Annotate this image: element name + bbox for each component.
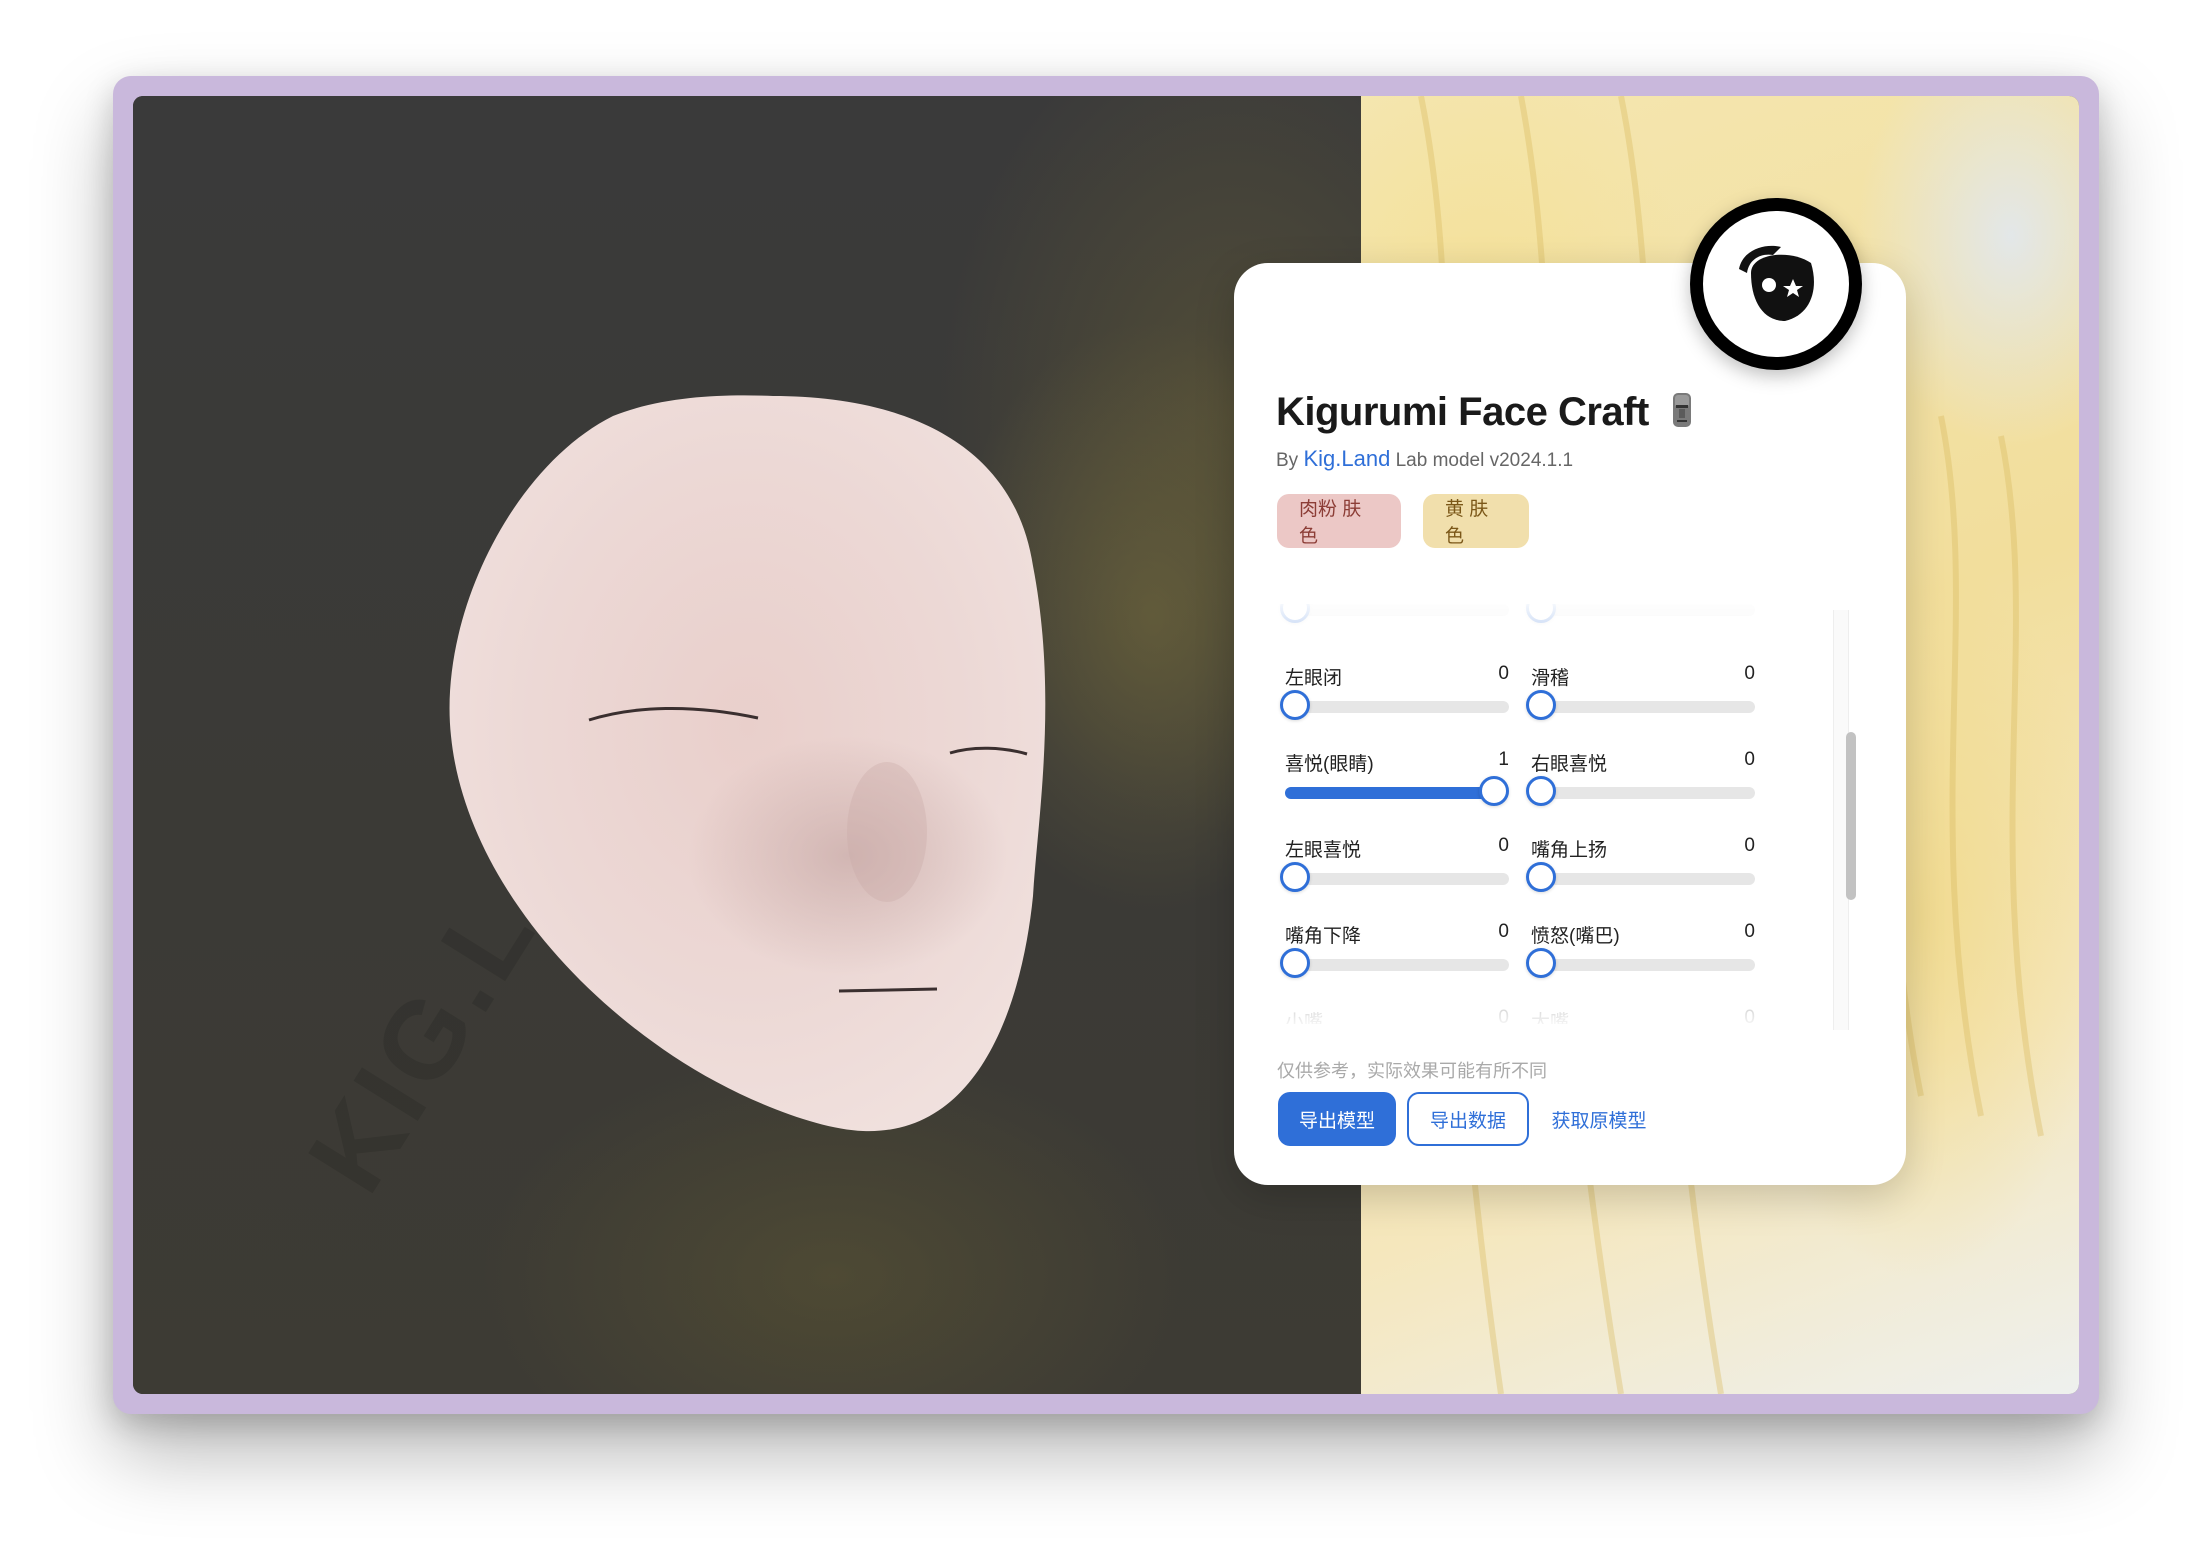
- export-model-button[interactable]: 导出模型: [1278, 1092, 1396, 1146]
- slider-funny[interactable]: 滑稽 0: [1526, 663, 1755, 733]
- slider-track[interactable]: [1280, 862, 1509, 892]
- scrollbar-thumb[interactable]: [1846, 732, 1856, 900]
- export-data-button[interactable]: 导出数据: [1407, 1092, 1529, 1146]
- slider-thumb[interactable]: [1479, 776, 1509, 806]
- subtitle-version: Lab model v2024.1.1: [1395, 450, 1574, 471]
- slider-label: 嘴角上扬: [1531, 840, 1608, 861]
- slider-value: 0: [1744, 835, 1755, 856]
- slider-thumb[interactable]: [1526, 862, 1556, 892]
- slider-value: 1: [1498, 749, 1509, 770]
- slider-partial-left[interactable]: [1280, 604, 1509, 636]
- slider-label: 嘴角下降: [1285, 926, 1362, 947]
- slider-joy-eyes[interactable]: 喜悦(眼睛) 1: [1285, 749, 1509, 819]
- mouth-line: [838, 987, 938, 993]
- slider-thumb[interactable]: [1526, 948, 1556, 978]
- slider-value: 0: [1744, 921, 1755, 942]
- slider-label: 喜悦(眼睛): [1285, 754, 1374, 775]
- moai-icon: [1667, 391, 1697, 439]
- slider-left-eye-joy[interactable]: 左眼喜悦 0: [1280, 835, 1509, 905]
- slider-left-eye-close[interactable]: 左眼闭 0: [1280, 663, 1509, 733]
- slider-label: 滑稽: [1531, 668, 1570, 689]
- slider-right-eye-joy[interactable]: 右眼喜悦 0: [1526, 749, 1755, 819]
- slider-track[interactable]: [1285, 776, 1509, 806]
- slider-label: 大嘴: [1531, 1012, 1570, 1024]
- slider-mouth-corner-down[interactable]: 嘴角下降 0: [1280, 921, 1509, 991]
- slider-value: 0: [1498, 921, 1509, 942]
- app-title: Kigurumi Face Craft: [1276, 390, 1697, 439]
- slider-track[interactable]: [1526, 690, 1755, 720]
- slider-value: 0: [1498, 663, 1509, 684]
- slider-track[interactable]: [1280, 604, 1509, 623]
- slider-value: 0: [1498, 835, 1509, 856]
- app-title-text: Kigurumi Face Craft: [1276, 390, 1649, 434]
- slider-value: 0: [1498, 1007, 1509, 1024]
- face-model-3d[interactable]: [133, 96, 1361, 1394]
- mask-logo-icon: [1739, 245, 1814, 321]
- slider-label: 左眼闭: [1285, 668, 1343, 689]
- slider-big-mouth[interactable]: 大嘴 0: [1531, 1007, 1755, 1024]
- slider-value: 0: [1744, 663, 1755, 684]
- slider-track[interactable]: [1526, 948, 1755, 978]
- slider-track[interactable]: [1526, 776, 1755, 806]
- kig-land-link[interactable]: Kig.Land: [1303, 446, 1390, 471]
- slider-thumb[interactable]: [1280, 862, 1310, 892]
- disclaimer-note: 仅供参考，实际效果可能有所不同: [1277, 1061, 1547, 1081]
- app-subtitle: By Kig.Land Lab model v2024.1.1: [1276, 446, 1573, 472]
- slider-thumb[interactable]: [1280, 604, 1310, 623]
- slider-value: 0: [1744, 749, 1755, 770]
- slider-track[interactable]: [1280, 690, 1509, 720]
- slider-thumb[interactable]: [1526, 776, 1556, 806]
- slider-label: 愤怒(嘴巴): [1531, 926, 1620, 947]
- skin-tone-yellow-button[interactable]: 黄 肤色: [1423, 494, 1529, 548]
- slider-thumb[interactable]: [1280, 948, 1310, 978]
- kigurumi-mask-logo-icon: [1690, 198, 1862, 370]
- get-original-model-link[interactable]: 获取原模型: [1543, 1092, 1655, 1146]
- slider-mouth-corner-up[interactable]: 嘴角上扬 0: [1526, 835, 1755, 905]
- slider-label: 右眼喜悦: [1531, 754, 1608, 775]
- slider-label: 小嘴: [1285, 1012, 1324, 1024]
- slider-value: 0: [1744, 1007, 1755, 1024]
- skin-tone-pink-button[interactable]: 肉粉 肤色: [1277, 494, 1401, 548]
- slider-small-mouth[interactable]: 小嘴 0: [1285, 1007, 1509, 1024]
- slider-thumb[interactable]: [1280, 690, 1310, 720]
- slider-thumb[interactable]: [1526, 690, 1556, 720]
- slider-list[interactable]: 左眼闭 0 滑稽 0 喜悦(眼睛) 1 右眼喜悦 0 左眼喜悦 0 嘴角上扬 0…: [1276, 604, 1876, 1024]
- slider-fill: [1285, 787, 1495, 799]
- slider-track[interactable]: [1526, 862, 1755, 892]
- subtitle-by: By: [1276, 450, 1299, 471]
- slider-track[interactable]: [1280, 948, 1509, 978]
- slider-track[interactable]: [1526, 604, 1755, 623]
- slider-partial-right[interactable]: [1526, 604, 1755, 636]
- slider-anger-mouth[interactable]: 愤怒(嘴巴) 0: [1526, 921, 1755, 991]
- slider-label: 左眼喜悦: [1285, 840, 1362, 861]
- slider-thumb[interactable]: [1526, 604, 1556, 623]
